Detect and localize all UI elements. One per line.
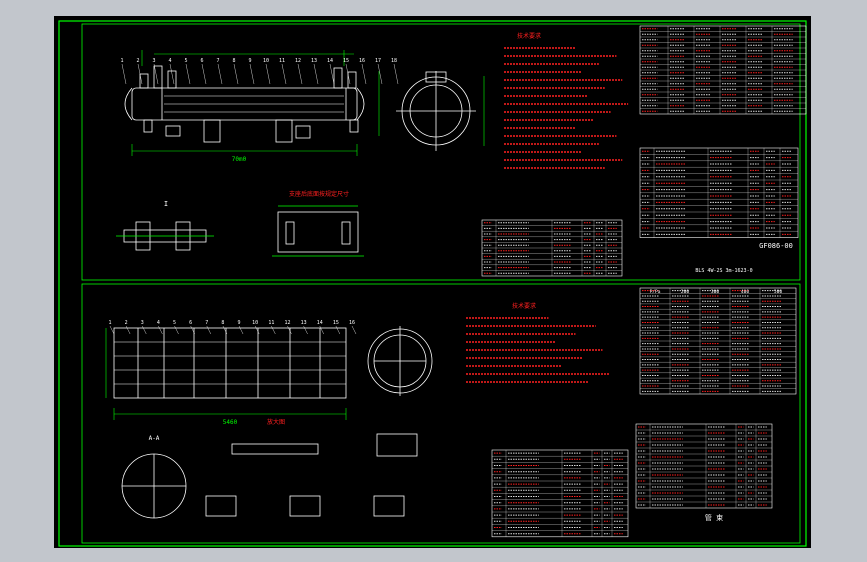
view-label: A-A <box>149 435 160 442</box>
callout-label: 1 <box>120 58 123 64</box>
callout-label: 17 <box>375 58 381 64</box>
callout-label: 12 <box>284 320 290 326</box>
top-dimension-lines <box>131 50 485 156</box>
data-table-top <box>639 25 807 115</box>
table-header-cell: P/Pa <box>650 289 661 295</box>
main-dimension-bottom: 5460 <box>223 419 238 426</box>
callout-label: 9 <box>248 58 251 64</box>
table-header-cell: 400 <box>741 289 749 295</box>
callout-label: 10 <box>252 320 258 326</box>
callout-label: 12 <box>295 58 301 64</box>
callout-label: 18 <box>391 58 397 64</box>
callout-label: 9 <box>238 320 241 326</box>
callout-label: 13 <box>301 320 307 326</box>
table-header-cell: 300 <box>711 289 719 295</box>
section-detail-I <box>116 221 214 251</box>
table-header-cell: 500 <box>774 289 782 295</box>
callout-label: 14 <box>317 320 323 326</box>
callout-label: 3 <box>152 58 155 64</box>
detail-title: 放大图 <box>267 418 285 426</box>
notes-title-bottom: 技术要求 <box>512 302 536 310</box>
callout-label: 6 <box>200 58 203 64</box>
drawing-number: GF086-00 <box>759 242 793 250</box>
callout-label: 8 <box>232 58 235 64</box>
bom-table-top <box>639 147 799 238</box>
callout-label: 4 <box>168 58 171 64</box>
callout-label: 16 <box>349 320 355 326</box>
callout-label: 11 <box>268 320 274 326</box>
callout-label: 5 <box>173 320 176 326</box>
notes-top <box>504 47 629 169</box>
main-dimension-top: 70m0 <box>232 156 247 163</box>
callout-label: 4 <box>157 320 160 326</box>
callout-label: 13 <box>311 58 317 64</box>
callout-label: 10 <box>263 58 269 64</box>
section-label: I <box>164 200 168 208</box>
notes-bottom <box>466 317 610 383</box>
callout-label: 1 <box>108 320 111 326</box>
callout-label: 3 <box>141 320 144 326</box>
callout-label: 2 <box>136 58 139 64</box>
callout-label: 14 <box>327 58 333 64</box>
callout-label: 7 <box>216 58 219 64</box>
notes-title-top: 技术要求 <box>517 32 541 40</box>
title-block-code: BLS 4W-2S 3m-1623-0 <box>695 268 752 274</box>
parts-table-top <box>481 219 623 277</box>
callout-label: 7 <box>205 320 208 326</box>
data-table-bottom: P/Pa 200 300 400 500 <box>639 287 797 395</box>
parts-table-bottom <box>491 423 773 538</box>
heat-exchanger-elevation <box>124 65 476 151</box>
callout-label: 2 <box>125 320 128 326</box>
saddle-drawing <box>272 205 364 257</box>
section-title: 支座后底面按规定尺寸 <box>289 190 349 198</box>
bottom-callouts: 1 2 3 4 5 6 7 8 9 10 11 12 13 14 15 16 <box>108 320 357 335</box>
callout-label: 11 <box>279 58 285 64</box>
callout-label: 15 <box>333 320 339 326</box>
callout-label: 6 <box>189 320 192 326</box>
table-header-cell: 200 <box>681 289 689 295</box>
callout-label: 16 <box>359 58 365 64</box>
callout-label: 5 <box>184 58 187 64</box>
callout-label: 15 <box>343 58 349 64</box>
callout-label: 8 <box>221 320 224 326</box>
cad-drawing: 70m0 1 2 3 4 5 6 7 8 9 10 11 12 13 14 15 16 17 18 I 支座后底面… <box>58 20 807 547</box>
cad-drawing-canvas: 70m0 1 2 3 4 5 6 7 8 9 10 11 12 13 14 15 16 17 18 I 支座后底面… <box>54 16 811 548</box>
title-stamp: 管 束 <box>705 513 723 522</box>
